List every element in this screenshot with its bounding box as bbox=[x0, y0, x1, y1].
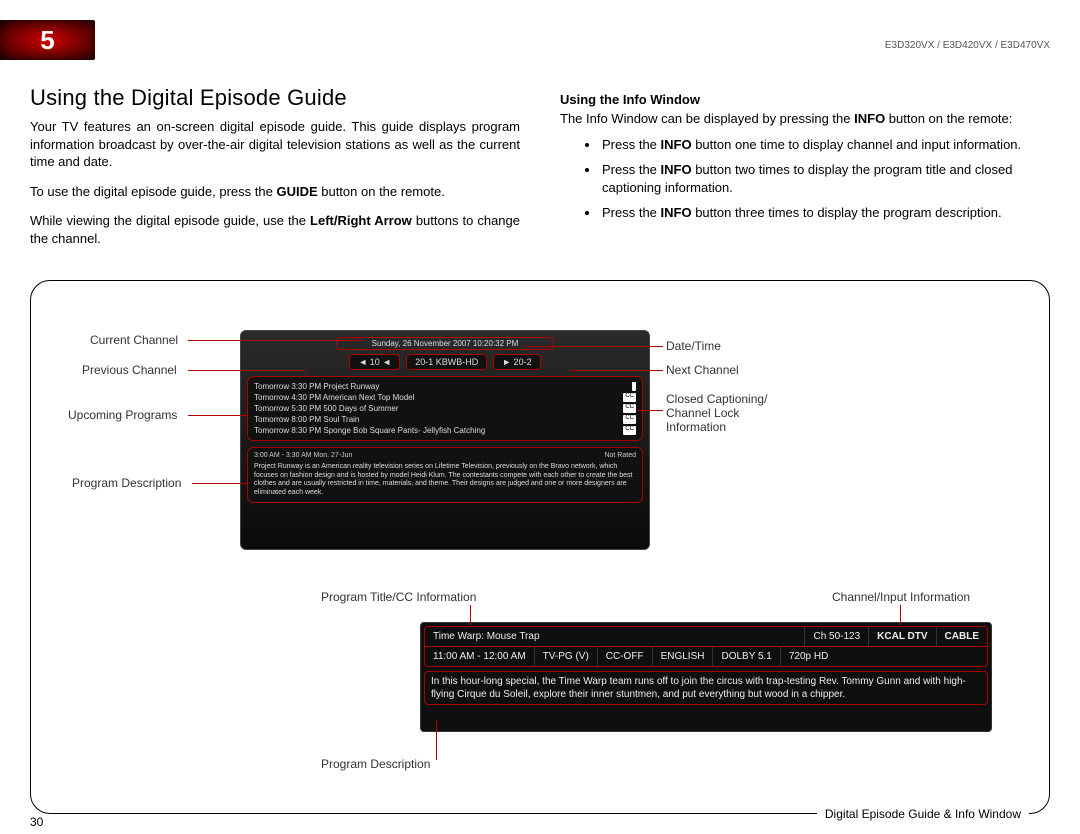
leader-line bbox=[188, 415, 248, 416]
callout-upcoming-programs: Upcoming Programs bbox=[68, 408, 177, 422]
right-intro: The Info Window can be displayed by pres… bbox=[560, 110, 1050, 128]
leader-line bbox=[637, 410, 663, 411]
callout-next-channel: Next Channel bbox=[666, 363, 739, 377]
guide-current-channel: 20-1 KBWB-HD bbox=[406, 354, 487, 370]
info-description: In this hour-long special, the Time Warp… bbox=[424, 671, 988, 705]
info-mid-row: 11:00 AM - 12:00 AM TV-PG (V) CC-OFF ENG… bbox=[424, 647, 988, 667]
callout-program-description: Program Description bbox=[72, 476, 181, 490]
left-p1: Your TV features an on-screen digital ep… bbox=[30, 118, 520, 171]
page-number: 30 bbox=[30, 815, 43, 829]
callout-cc-lock: Closed Captioning/ Channel Lock Informat… bbox=[666, 392, 767, 434]
section-heading-right: Using the Info Window bbox=[560, 92, 700, 107]
guide-datebar: Sunday, 26 November 2007 10:20:32 PM bbox=[336, 337, 554, 350]
figure-caption: Digital Episode Guide & Info Window bbox=[817, 807, 1029, 821]
leader-line bbox=[188, 370, 306, 371]
info-audio: DOLBY 5.1 bbox=[713, 647, 780, 666]
callout-current-channel: Current Channel bbox=[90, 333, 178, 347]
leader-line bbox=[436, 720, 437, 760]
leader-line bbox=[900, 605, 901, 625]
left-p3: While viewing the digital episode guide,… bbox=[30, 212, 520, 247]
info-lang: ENGLISH bbox=[653, 647, 714, 666]
guide-channel-row: ◄ 10 ◄ 20-1 KBWB-HD ► 20-2 bbox=[247, 354, 643, 370]
chapter-number: 5 bbox=[40, 25, 54, 56]
left-p2: To use the digital episode guide, press … bbox=[30, 183, 520, 201]
leader-line bbox=[525, 346, 663, 347]
callout-channel-input: Channel/Input Information bbox=[832, 590, 970, 604]
info-cc: CC-OFF bbox=[598, 647, 653, 666]
guide-next-channel: ► 20-2 bbox=[493, 354, 540, 370]
info-time: 11:00 AM - 12:00 AM bbox=[425, 647, 535, 666]
right-bullet-3: Press the INFO button three times to dis… bbox=[600, 204, 1050, 222]
info-input: CABLE bbox=[937, 627, 987, 646]
section-heading-left: Using the Digital Episode Guide bbox=[30, 85, 347, 111]
left-body: Your TV features an on-screen digital ep… bbox=[30, 118, 520, 259]
leader-line bbox=[570, 370, 663, 371]
leader-line bbox=[470, 605, 471, 625]
leader-line bbox=[192, 483, 248, 484]
callout-info-program-description: Program Description bbox=[321, 757, 430, 771]
guide-program-list: Tomorrow 3:30 PM Project Runway Tomorrow… bbox=[247, 376, 643, 441]
callout-previous-channel: Previous Channel bbox=[82, 363, 177, 377]
model-line: E3D320VX / E3D420VX / E3D470VX bbox=[885, 40, 1050, 51]
info-station: KCAL DTV bbox=[869, 627, 936, 646]
guide-screenshot: Sunday, 26 November 2007 10:20:32 PM ◄ 1… bbox=[240, 330, 650, 550]
info-screenshot: Time Warp: Mouse Trap Ch 50-123 KCAL DTV… bbox=[420, 622, 992, 732]
info-channel: Ch 50-123 bbox=[805, 627, 869, 646]
callout-date-time: Date/Time bbox=[666, 339, 721, 353]
leader-line bbox=[188, 340, 363, 341]
right-bullet-2: Press the INFO button two times to displ… bbox=[600, 161, 1050, 196]
chapter-tab: 5 bbox=[0, 20, 95, 60]
info-res: 720p HD bbox=[781, 647, 836, 666]
callout-title-cc: Program Title/CC Information bbox=[321, 590, 476, 604]
info-rating: TV-PG (V) bbox=[535, 647, 598, 666]
right-bullet-1: Press the INFO button one time to displa… bbox=[600, 136, 1050, 154]
info-title: Time Warp: Mouse Trap bbox=[425, 627, 805, 646]
guide-description-box: 3:00 AM - 3:30 AM Mon. 27-JunNot Rated P… bbox=[247, 447, 643, 503]
guide-prev-channel: ◄ 10 ◄ bbox=[349, 354, 400, 370]
info-top-row: Time Warp: Mouse Trap Ch 50-123 KCAL DTV… bbox=[424, 626, 988, 647]
right-body: The Info Window can be displayed by pres… bbox=[560, 110, 1050, 230]
